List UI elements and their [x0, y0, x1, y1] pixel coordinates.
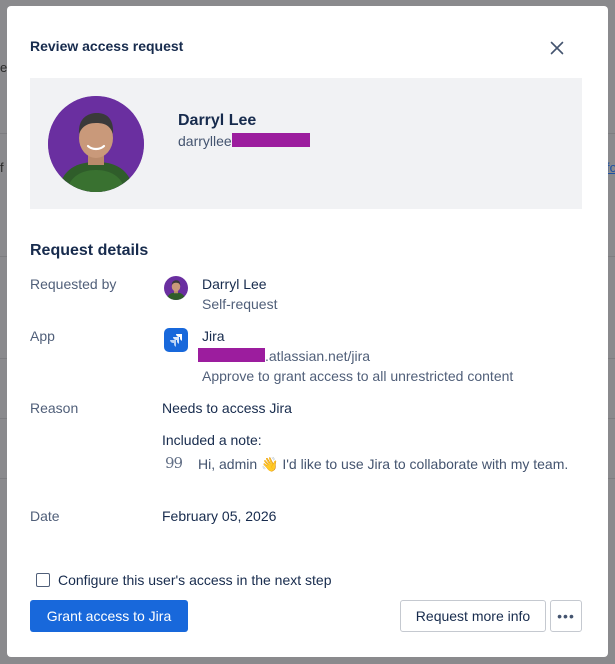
app-description: Approve to grant access to all unrestric… — [202, 368, 514, 384]
configure-access-label[interactable]: Configure this user's access in the next… — [58, 572, 331, 588]
profile-panel: Darryl Lee darryllee — [30, 78, 582, 209]
user-handle-prefix: darryllee — [178, 133, 232, 149]
requester-avatar — [164, 276, 188, 300]
background-text-fragment: f — [0, 160, 4, 175]
user-handle: darryllee — [178, 133, 310, 149]
user-avatar-large — [48, 96, 144, 192]
reason-text: Needs to access Jira — [162, 400, 292, 416]
user-name: Darryl Lee — [178, 112, 257, 129]
review-access-modal: Review access request Darryl Lee darryll… — [7, 6, 608, 657]
close-button[interactable] — [545, 36, 569, 60]
configure-access-checkbox[interactable] — [36, 573, 50, 587]
request-type: Self-request — [202, 296, 278, 312]
more-actions-button[interactable]: ••• — [550, 600, 582, 632]
reason-label: Reason — [30, 400, 79, 416]
modal-title: Review access request — [30, 38, 184, 54]
request-more-info-button[interactable]: Request more info — [400, 600, 546, 632]
note-text-end: I'd like to use Jira to collaborate with… — [278, 456, 569, 472]
date-value: February 05, 2026 — [162, 508, 277, 524]
quote-icon: 99 — [165, 454, 183, 472]
note-label: Included a note: — [162, 432, 262, 448]
app-url: .atlassian.net/jira — [198, 348, 370, 364]
note-text: Hi, admin 👋 I'd like to use Jira to coll… — [198, 454, 578, 474]
requested-by-label: Requested by — [30, 276, 117, 292]
grant-access-button[interactable]: Grant access to Jira — [30, 600, 188, 632]
app-url-suffix: .atlassian.net/jira — [265, 348, 371, 364]
requester-name: Darryl Lee — [202, 276, 267, 292]
note-text-start: Hi, admin — [198, 456, 262, 472]
app-label: App — [30, 328, 55, 344]
jira-logo-icon — [164, 328, 188, 352]
redacted-block — [198, 348, 265, 362]
date-label: Date — [30, 508, 60, 524]
redacted-block — [231, 133, 310, 147]
app-name: Jira — [202, 328, 225, 344]
section-title: Request details — [30, 242, 149, 259]
close-icon — [550, 41, 564, 55]
wave-emoji: 👋 — [261, 456, 279, 472]
